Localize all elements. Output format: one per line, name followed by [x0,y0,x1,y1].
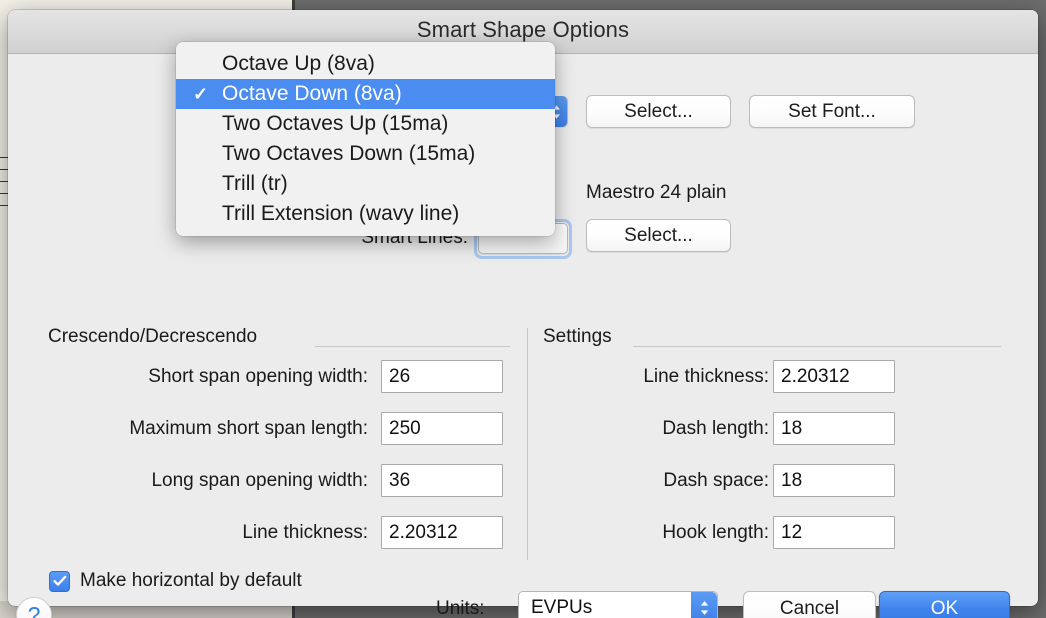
dash-space-label: Dash space: [663,470,769,491]
dash-space-input[interactable]: 18 [773,464,895,497]
smart-lines-select-label: Select... [624,224,693,246]
font-summary-text: Maestro 24 plain [586,182,727,203]
make-horizontal-checkbox[interactable]: Make horizontal by default [49,570,302,592]
maximum-short-span-length-value: 250 [389,417,421,439]
settings-line-thickness-input[interactable]: 2.20312 [773,360,895,393]
menu-item-two-octaves-down[interactable]: Two Octaves Down (15ma) [176,139,555,169]
hook-length-value: 12 [781,521,803,543]
set-font-button[interactable]: Set Font... [749,95,915,128]
make-horizontal-label: Make horizontal by default [80,570,302,591]
settings-group-rule [633,346,1001,347]
dash-length-label: Dash length: [662,418,769,439]
ok-button[interactable]: OK [879,591,1010,618]
menu-item-label: Octave Down (8va) [222,82,402,105]
maximum-short-span-length-label: Maximum short span length: [129,418,368,439]
long-span-opening-width-label: Long span opening width: [151,470,368,491]
menu-item-label: Trill Extension (wavy line) [222,202,460,225]
units-select[interactable]: EVPUs [518,591,718,618]
crescendo-group-title: Crescendo/Decrescendo [48,326,258,347]
menu-item-trill-extension[interactable]: Trill Extension (wavy line) [176,199,555,229]
cancel-button[interactable]: Cancel [743,591,876,618]
smart-lines-select-button[interactable]: Select... [586,219,731,252]
short-span-opening-width-input[interactable]: 26 [381,360,503,393]
menu-check-icon: ✓ [193,83,209,104]
settings-line-thickness-value: 2.20312 [781,365,850,387]
crescendo-line-thickness-input[interactable]: 2.20312 [381,516,503,549]
dialog-title: Smart Shape Options [416,17,630,42]
hook-length-input[interactable]: 12 [773,516,895,549]
settings-group-title: Settings [543,326,612,347]
maximum-short-span-length-input[interactable]: 250 [381,412,503,445]
long-span-opening-width-value: 36 [389,469,411,491]
menu-item-two-octaves-up[interactable]: Two Octaves Up (15ma) [176,109,555,139]
smart-shape-options-dialog: Smart Shape Options Symbols: Select... S… [8,10,1038,618]
units-label: Units: [436,598,485,618]
dash-length-value: 18 [781,417,803,439]
question-mark-icon: ? [27,601,41,618]
short-span-opening-width-value: 26 [389,365,411,387]
cancel-label: Cancel [779,598,840,618]
chevron-up-down-icon[interactable] [691,592,717,618]
symbols-select-button[interactable]: Select... [586,95,731,128]
settings-line-thickness-label: Line thickness: [643,366,769,387]
symbols-dropdown-menu[interactable]: Octave Up (8va) ✓ Octave Down (8va) Two … [176,42,555,236]
long-span-opening-width-input[interactable]: 36 [381,464,503,497]
help-button[interactable]: ? [16,597,52,618]
menu-item-octave-down[interactable]: ✓ Octave Down (8va) [176,79,555,109]
symbols-select-label: Select... [624,100,693,122]
menu-item-label: Two Octaves Down (15ma) [222,142,476,165]
set-font-label: Set Font... [788,100,876,122]
ok-label: OK [930,598,959,618]
dash-length-input[interactable]: 18 [773,412,895,445]
menu-item-label: Octave Up (8va) [222,52,375,75]
crescendo-line-thickness-value: 2.20312 [389,521,458,543]
menu-item-label: Trill (tr) [222,172,288,195]
crescendo-group-rule [315,346,510,347]
hook-length-label: Hook length: [662,522,769,543]
short-span-opening-width-label: Short span opening width: [148,366,368,387]
units-value: EVPUs [531,596,593,618]
menu-item-label: Two Octaves Up (15ma) [222,112,449,135]
checkmark-icon [49,570,70,592]
section-divider [527,328,528,560]
crescendo-line-thickness-label: Line thickness: [242,522,368,543]
menu-item-trill[interactable]: Trill (tr) [176,169,555,199]
dash-space-value: 18 [781,469,803,491]
menu-item-octave-up[interactable]: Octave Up (8va) [176,49,555,79]
